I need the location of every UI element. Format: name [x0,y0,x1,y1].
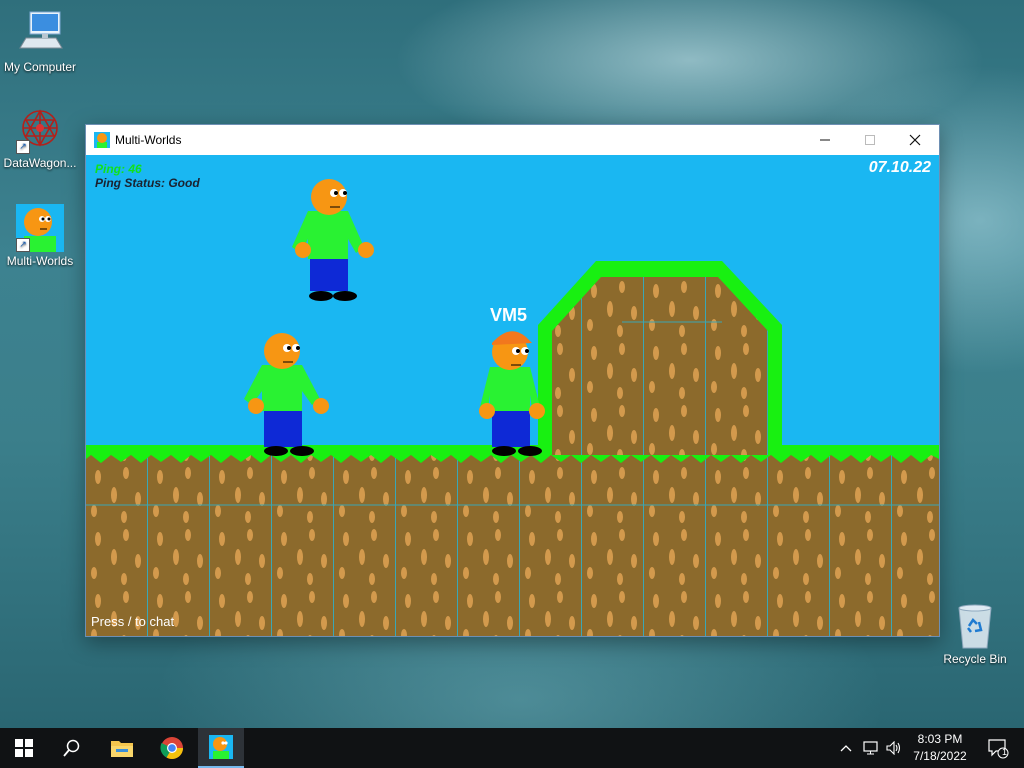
close-icon [909,134,920,146]
chrome-icon [160,737,183,759]
desktop-icon-label: Recycle Bin [943,652,1007,666]
recycle-bin-icon [951,602,999,650]
datawagon-icon: ↗ [16,106,64,154]
file-explorer-icon [111,741,133,757]
window-title: Multi-Worlds [115,133,182,147]
character-npc-1 [292,179,374,301]
close-button[interactable] [892,125,937,155]
minimize-button[interactable] [802,125,847,155]
chat-hint: Press / to chat [91,614,175,629]
search-icon [63,739,80,757]
notification-count: 1 [1002,747,1008,757]
desktop-icon-my-computer[interactable]: My Computer [0,10,80,74]
desktop-icon-label: Multi-Worlds [6,254,74,268]
minimize-icon [819,139,830,141]
tray-overflow-button[interactable] [836,728,856,768]
maximize-icon [864,135,875,145]
desktop-icon-label: DataWagon... [3,156,77,170]
taskbar-file-explorer[interactable] [98,728,146,768]
tray-clock-date[interactable]: 7/18/2022 [908,749,972,763]
tray-clock-time[interactable]: 8:03 PM [908,732,972,746]
taskbar: 8:03 PM 7/18/2022 1 [0,728,1024,768]
ping-readout: Ping: 46 [95,162,142,176]
speaker-icon [886,741,901,755]
game-world [86,179,939,636]
action-center-button[interactable]: 1 [978,728,1018,768]
network-icon [863,741,878,755]
window-titlebar[interactable]: Multi-Worlds [86,125,939,155]
character-player [479,331,545,456]
taskbar-chrome[interactable] [148,728,196,768]
taskbar-multi-worlds[interactable] [198,728,244,768]
windows-start-icon [15,739,33,757]
chevron-up-icon [840,745,852,752]
ping-status: Ping Status: Good [95,176,200,190]
desktop: My Computer ↗ DataWagon... ↗ Multi-World… [0,0,1024,728]
desktop-icon-recycle-bin[interactable]: Recycle Bin [935,602,1015,666]
multi-worlds-icon: ↗ [16,204,64,252]
desktop-icon-multi-worlds[interactable]: ↗ Multi-Worlds [0,204,80,268]
game-date: 07.10.22 [868,159,931,176]
desktop-icon-label: My Computer [3,60,77,74]
game-canvas[interactable]: Ping: 46 Ping Status: Good 07.10.22 VM5 … [86,155,939,636]
tray-volume[interactable] [884,728,906,768]
ground-dirt [86,453,939,636]
multi-worlds-icon [94,132,110,148]
character-npc-2 [244,333,329,456]
desktop-icon-datawagon[interactable]: ↗ DataWagon... [0,106,80,170]
multi-worlds-icon [209,735,233,759]
shortcut-arrow-icon: ↗ [16,140,30,154]
maximize-button[interactable] [847,125,892,155]
tray-network[interactable] [860,728,882,768]
shortcut-arrow-icon: ↗ [16,238,30,252]
computer-icon [16,10,64,58]
search-button[interactable] [48,728,96,768]
start-button[interactable] [0,728,48,768]
player-name-tag: VM5 [490,305,528,325]
multi-worlds-window: Multi-Worlds Ping: 46 Ping Status: Good … [85,124,940,637]
